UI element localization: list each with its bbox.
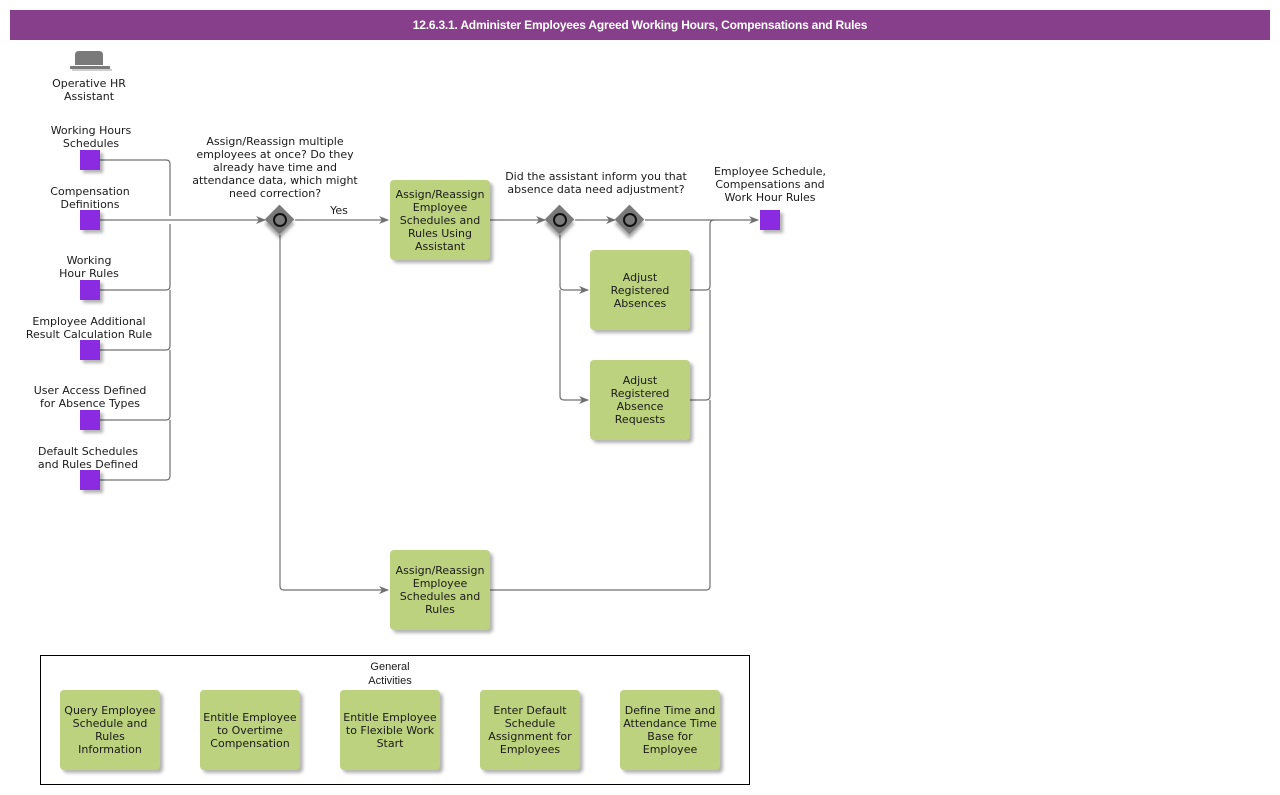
connector-absences-merge bbox=[690, 219, 715, 291]
task-enter-default-schedule[interactable]: Enter Default Schedule Assignment for Em… bbox=[480, 690, 580, 770]
gateway2-question: Did the assistant inform you that absenc… bbox=[505, 170, 687, 196]
connector-gateway1-no bbox=[279, 235, 389, 594]
connector-gateway2-absences bbox=[559, 235, 589, 294]
gateway-circle-icon bbox=[623, 213, 637, 227]
input-label: Working Hour Rules bbox=[59, 254, 119, 280]
task-query-employee-schedule[interactable]: Query Employee Schedule and Rules Inform… bbox=[60, 690, 160, 770]
general-activities-label: General Activities bbox=[368, 661, 412, 687]
yes-label: Yes bbox=[330, 204, 348, 217]
task-adjust-absences[interactable]: Adjust Registered Absences bbox=[590, 250, 690, 330]
data-object-working-hours-schedules[interactable] bbox=[80, 150, 100, 170]
actor-label: Operative HR Assistant bbox=[52, 77, 126, 103]
output-label: Employee Schedule, Compensations and Wor… bbox=[713, 165, 827, 204]
task-assign-reassign[interactable]: Assign/Reassign Employee Schedules and R… bbox=[390, 550, 490, 630]
connector-requests-merge bbox=[690, 290, 711, 401]
task-define-time-base[interactable]: Define Time and Attendance Time Base for… bbox=[620, 690, 720, 770]
data-object-employee-additional-result[interactable] bbox=[80, 340, 100, 360]
input-label: Employee Additional Result Calculation R… bbox=[25, 315, 153, 341]
gateway1-question: Assign/Reassign multiple employees at on… bbox=[192, 135, 358, 200]
task-entitle-flexible-start[interactable]: Entitle Employee to Flexible Work Start bbox=[340, 690, 440, 770]
data-object-compensation-definitions[interactable] bbox=[80, 210, 100, 230]
hat-icon bbox=[70, 51, 112, 71]
input-label: Working Hours Schedules bbox=[50, 124, 132, 150]
connector-gateway2-requests bbox=[559, 290, 589, 404]
task-entitle-overtime[interactable]: Entitle Employee to Overtime Compensatio… bbox=[200, 690, 300, 770]
data-object-default-schedules-rules[interactable] bbox=[80, 470, 100, 490]
data-object-working-hour-rules[interactable] bbox=[80, 280, 100, 300]
input-label: User Access Defined for Absence Types bbox=[33, 384, 147, 410]
input-label: Default Schedules and Rules Defined bbox=[37, 445, 139, 471]
task-adjust-absence-requests[interactable]: Adjust Registered Absence Requests bbox=[590, 360, 690, 440]
task-assign-using-assistant[interactable]: Assign/Reassign Employee Schedules and R… bbox=[390, 180, 490, 260]
data-object-output[interactable] bbox=[760, 210, 780, 230]
gateway-circle-icon bbox=[553, 213, 567, 227]
gateway-circle-icon bbox=[273, 213, 287, 227]
data-object-user-access-absence-types[interactable] bbox=[80, 410, 100, 430]
input-label: Compensation Definitions bbox=[50, 185, 130, 211]
